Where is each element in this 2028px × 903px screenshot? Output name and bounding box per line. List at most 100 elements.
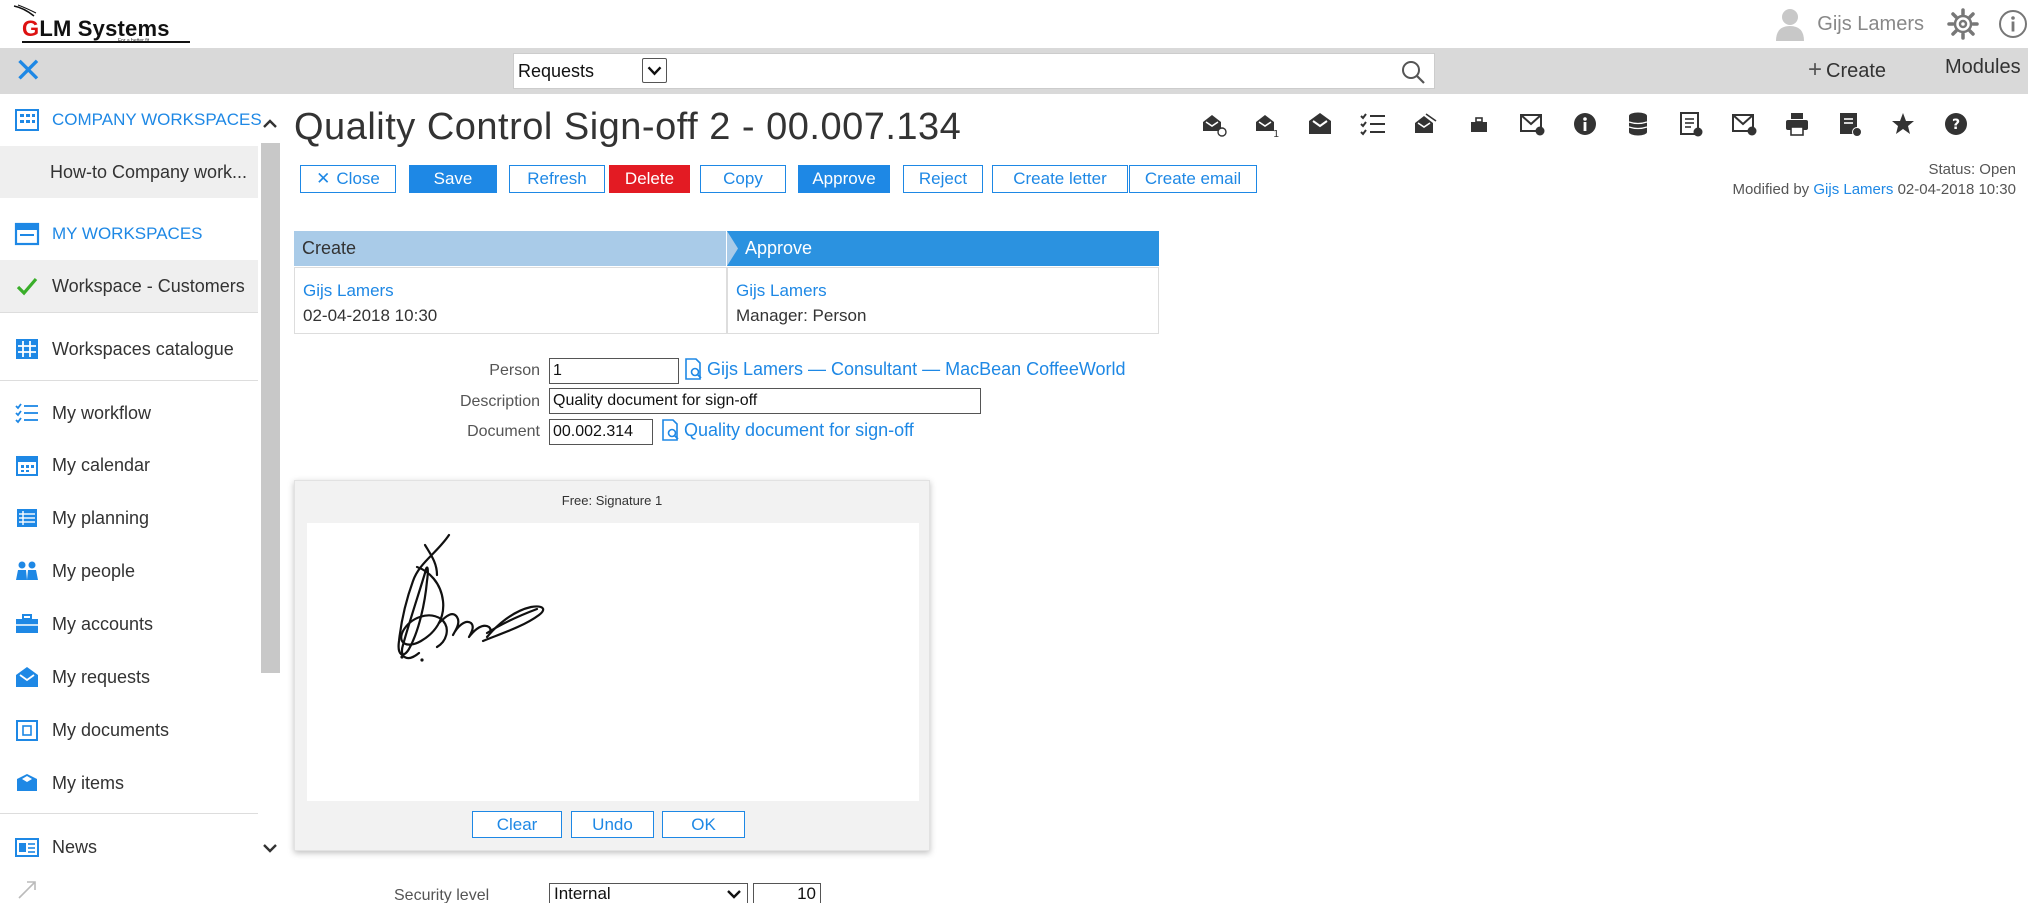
envelope-edit-icon[interactable] [1200, 110, 1228, 138]
sidebar-item-label: Workspaces catalogue [52, 338, 234, 359]
calendar-icon [16, 456, 38, 476]
database-icon[interactable] [1624, 110, 1652, 138]
signature-clear-button[interactable]: Clear [472, 811, 562, 838]
sidebar-scrollbar[interactable] [261, 143, 280, 673]
sidebar-item-my-planning[interactable]: My planning [0, 492, 258, 544]
sidebar-item-how-to-company-workspaces[interactable]: How-to Company work... [0, 146, 258, 198]
close-menu-icon[interactable]: ✕ [14, 54, 43, 88]
printer-icon[interactable] [1783, 110, 1811, 138]
search-box[interactable]: Requests [513, 53, 1435, 89]
modified-by-link[interactable]: Gijs Lamers [1813, 181, 1893, 198]
modules-button[interactable]: Modules [1945, 56, 2021, 79]
user-name[interactable]: Gijs Lamers [1817, 13, 1924, 36]
search-scope-select[interactable]: Requests [514, 54, 674, 88]
expand-arrow-icon[interactable] [16, 879, 38, 901]
modified-date: 02-04-2018 10:30 [1897, 181, 2016, 198]
gear-icon[interactable] [1946, 7, 1980, 41]
sidebar-item-my-accounts[interactable]: My accounts [0, 598, 258, 650]
sidebar-item-my-requests[interactable]: My requests [0, 651, 258, 703]
news-icon [15, 838, 39, 857]
open-envelope-icon[interactable] [1306, 110, 1334, 138]
create-letter-button[interactable]: Create letter [992, 165, 1128, 193]
envelope-info-icon[interactable]: 1 [1253, 110, 1281, 138]
mail-add-icon[interactable] [1730, 110, 1758, 138]
close-button[interactable]: ✕ Close [300, 165, 396, 193]
glm-logo[interactable]: GLM Systems For a better fit [8, 4, 190, 44]
signature-canvas[interactable] [307, 523, 919, 801]
sidebar-item-my-calendar[interactable]: My calendar [0, 439, 258, 491]
sidebar-item-news[interactable]: News [0, 821, 258, 873]
workflow-approve-user[interactable]: Gijs Lamers [736, 278, 1150, 303]
search-icon[interactable] [1400, 59, 1426, 85]
approve-button[interactable]: Approve [798, 165, 890, 193]
signature-panel: Free: Signature 1 Clear Undo OK [294, 480, 930, 851]
create-button[interactable]: + Create [1808, 56, 1886, 84]
help-icon[interactable]: ? [1942, 110, 1970, 138]
workflow-create-user[interactable]: Gijs Lamers [303, 278, 718, 303]
save-button[interactable]: Save [409, 165, 497, 193]
security-level-number[interactable]: 10 [753, 883, 821, 903]
description-field[interactable]: Quality document for sign-off [549, 388, 981, 414]
document-label: Document [467, 423, 540, 440]
close-button-label: Close [336, 169, 380, 188]
close-icon: ✕ [316, 169, 331, 188]
sidebar-item-label: My planning [52, 507, 150, 528]
person-link[interactable]: Gijs Lamers — Consultant — MacBean Coffe… [681, 357, 1126, 381]
workflow-step-approve[interactable]: Approve [727, 231, 1159, 266]
envelope-stack-icon[interactable] [1412, 110, 1440, 138]
chevron-up-icon[interactable] [262, 116, 278, 132]
chevron-down-icon[interactable] [725, 885, 743, 903]
info-icon[interactable] [1998, 9, 2028, 39]
info-circle-icon[interactable] [1571, 110, 1599, 138]
sidebar-item-my-items[interactable]: My items [0, 757, 258, 809]
user-avatar-icon[interactable] [1773, 7, 1807, 41]
sidebar-item-label: My requests [52, 666, 151, 687]
signature-title: Free: Signature 1 [561, 493, 663, 508]
signature-ok-button[interactable]: OK [662, 811, 745, 838]
sidebar-item-my-people[interactable]: My people [0, 545, 258, 597]
delete-button[interactable]: Delete [609, 165, 690, 193]
sidebar-divider [0, 380, 258, 381]
svg-text:1: 1 [1273, 129, 1279, 138]
star-icon[interactable] [1889, 110, 1917, 138]
sidebar-item-my-documents[interactable]: My documents [0, 704, 258, 756]
refresh-button[interactable]: Refresh [509, 165, 605, 193]
person-label: Person [489, 362, 540, 379]
document-link-text: Quality document for sign-off [684, 419, 914, 440]
task-list-icon[interactable] [1359, 110, 1387, 138]
chevron-down-icon[interactable] [642, 58, 667, 83]
sidebar-item-label: My accounts [52, 613, 154, 634]
report-icon[interactable] [1677, 110, 1705, 138]
security-level-select[interactable]: Internal [549, 883, 748, 903]
sidebar-item-label: How-to Company work... [50, 161, 248, 182]
sidebar-item-label: News [52, 836, 98, 857]
workflow-step-label: Approve [745, 238, 813, 258]
copy-button[interactable]: Copy [700, 165, 786, 193]
sidebar-item-my-workspaces[interactable]: MY WORKSPACES [0, 208, 258, 260]
description-label: Description [459, 393, 540, 410]
top-bar: GLM Systems For a better fit Gijs Lamers [0, 0, 2028, 48]
sidebar-item-workspace-customers[interactable]: Workspace - Customers [0, 260, 258, 312]
workflow-create-cell: Gijs Lamers 02-04-2018 10:30 [294, 267, 727, 334]
briefcase-icon [16, 614, 38, 633]
person-field[interactable]: 1 [549, 358, 679, 384]
grid-icon [16, 339, 38, 359]
mail-settings-icon[interactable] [1518, 110, 1546, 138]
workflow-list-icon [15, 403, 38, 424]
workflow-approve-role: Manager: Person [736, 306, 867, 325]
sidebar: COMPANY WORKSPACES How-to Company work..… [0, 94, 280, 903]
chevron-down-icon[interactable] [262, 840, 278, 856]
reject-button[interactable]: Reject [903, 165, 983, 193]
signature-undo-button[interactable]: Undo [571, 811, 654, 838]
document-link[interactable]: Quality document for sign-off [658, 418, 914, 442]
create-email-button[interactable]: Create email [1129, 165, 1257, 193]
toolbox-icon[interactable] [1465, 110, 1493, 138]
workflow-create-date: 02-04-2018 10:30 [303, 306, 438, 325]
sidebar-item-my-workflow[interactable]: My workflow [0, 387, 258, 439]
user-area: Gijs Lamers [1773, 0, 2028, 48]
document-settings-icon[interactable] [1836, 110, 1864, 138]
document-field[interactable]: 00.002.314 [549, 419, 653, 445]
my-workspaces-icon [14, 222, 40, 246]
sidebar-item-company-workspaces[interactable]: COMPANY WORKSPACES [0, 94, 262, 146]
sidebar-item-workspaces-catalogue[interactable]: Workspaces catalogue [0, 323, 258, 375]
